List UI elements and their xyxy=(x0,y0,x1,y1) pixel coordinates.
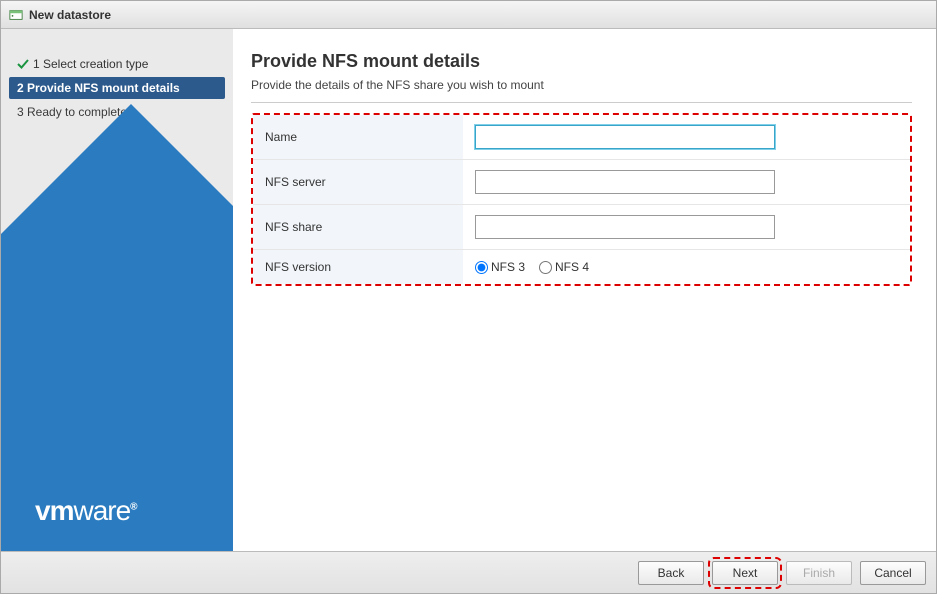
label-name: Name xyxy=(253,115,463,160)
titlebar: New datastore xyxy=(1,1,936,29)
logo-registered: ® xyxy=(130,502,136,513)
label-nfs-version: NFS version xyxy=(253,250,463,285)
window-title: New datastore xyxy=(29,8,111,22)
step-label: 2 Provide NFS mount details xyxy=(17,81,180,95)
radio-nfs4-label[interactable]: NFS 4 xyxy=(539,260,589,274)
step-label: 3 Ready to complete xyxy=(17,105,127,119)
nfs-version-radio-group: NFS 3 NFS 4 xyxy=(475,260,898,274)
step-label: 1 Select creation type xyxy=(33,57,148,71)
wizard-main: Provide NFS mount details Provide the de… xyxy=(233,29,936,551)
step-select-creation-type[interactable]: 1 Select creation type xyxy=(9,53,225,75)
cancel-button[interactable]: Cancel xyxy=(860,561,926,585)
row-nfs-share: NFS share xyxy=(253,205,910,250)
next-button-highlight: Next xyxy=(712,561,778,585)
dialog-body: 1 Select creation type 2 Provide NFS mou… xyxy=(1,29,936,551)
radio-nfs4-text: NFS 4 xyxy=(555,260,589,274)
next-button[interactable]: Next xyxy=(712,561,778,585)
nfs-mount-form: Name NFS server NFS share xyxy=(253,115,910,284)
heading-divider xyxy=(251,102,912,103)
label-nfs-share: NFS share xyxy=(253,205,463,250)
dialog-footer: Back Next Finish Cancel xyxy=(1,551,936,593)
new-datastore-dialog: New datastore 1 Select creation type 2 P… xyxy=(0,0,937,594)
step-provide-nfs-mount-details[interactable]: 2 Provide NFS mount details xyxy=(9,77,225,99)
back-button[interactable]: Back xyxy=(638,561,704,585)
checkmark-icon xyxy=(17,58,29,70)
name-input[interactable] xyxy=(475,125,775,149)
logo-vm: vm xyxy=(35,495,73,526)
row-name: Name xyxy=(253,115,910,160)
row-nfs-server: NFS server xyxy=(253,160,910,205)
row-nfs-version: NFS version NFS 3 NFS 4 xyxy=(253,250,910,285)
datastore-icon xyxy=(9,8,23,22)
radio-nfs3[interactable] xyxy=(475,261,488,274)
radio-nfs3-label[interactable]: NFS 3 xyxy=(475,260,525,274)
wizard-steps: 1 Select creation type 2 Provide NFS mou… xyxy=(1,29,233,123)
wizard-sidebar: 1 Select creation type 2 Provide NFS mou… xyxy=(1,29,233,551)
vmware-logo: vmware® xyxy=(35,495,137,527)
nfs-share-input[interactable] xyxy=(475,215,775,239)
nfs-server-input[interactable] xyxy=(475,170,775,194)
finish-button: Finish xyxy=(786,561,852,585)
radio-nfs3-text: NFS 3 xyxy=(491,260,525,274)
form-highlight-box: Name NFS server NFS share xyxy=(251,113,912,286)
sidebar-decorative-triangle xyxy=(1,104,233,551)
radio-nfs4[interactable] xyxy=(539,261,552,274)
logo-ware: ware xyxy=(73,495,130,526)
page-heading: Provide NFS mount details xyxy=(251,51,912,72)
label-nfs-server: NFS server xyxy=(253,160,463,205)
page-subtitle: Provide the details of the NFS share you… xyxy=(251,78,912,92)
